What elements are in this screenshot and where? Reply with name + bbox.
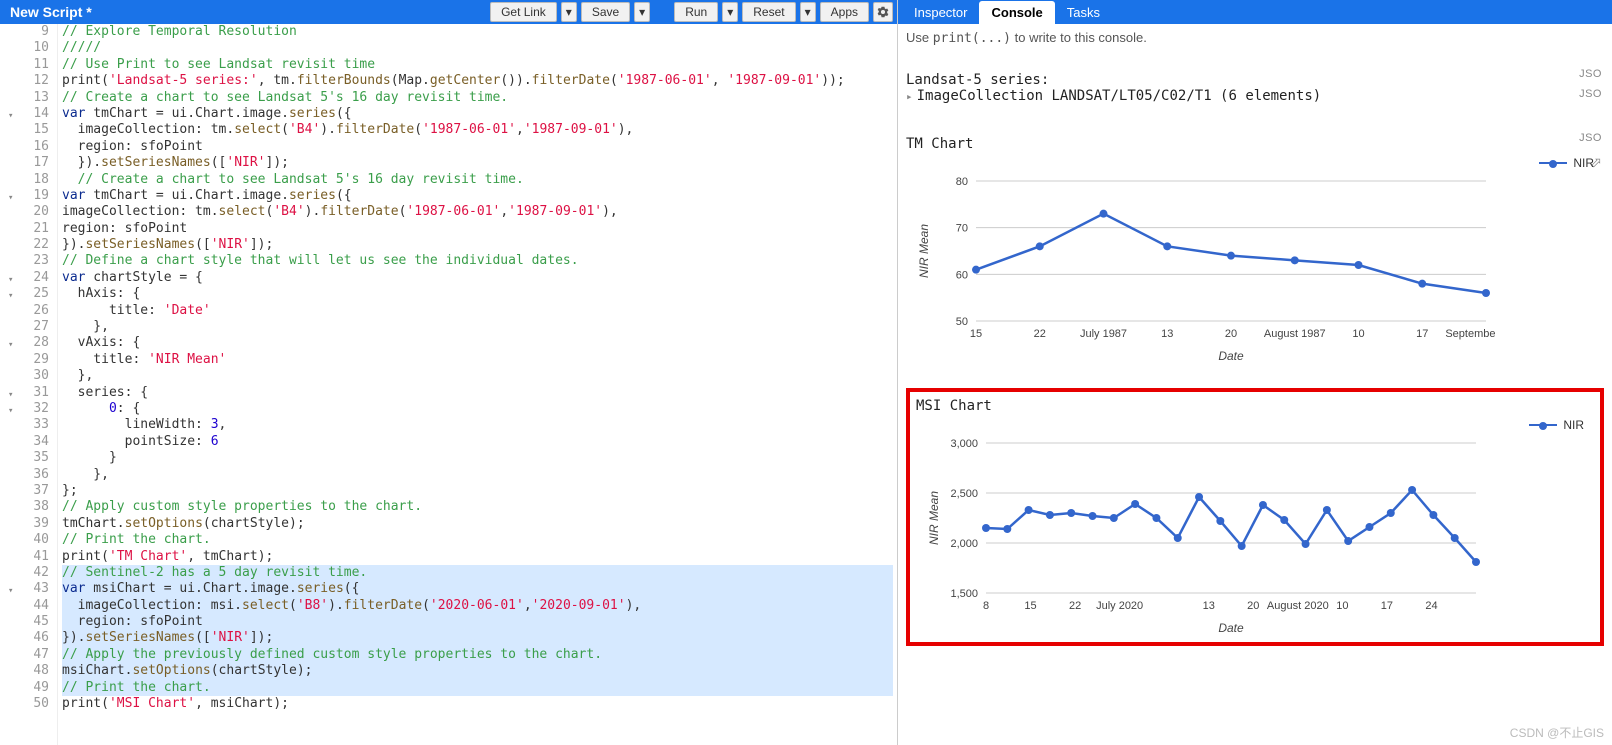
svg-text:2,500: 2,500 [950,488,978,500]
svg-text:August 2020: August 2020 [1267,600,1329,612]
svg-text:3,000: 3,000 [950,438,978,450]
tm-chart[interactable]: NIR 50 60 70 80 15 22 July 1987 13 20 August 1987… [906,156,1604,366]
svg-text:8: 8 [983,600,989,612]
tm-chart-title: TM Chart [906,136,1604,152]
svg-text:17: 17 [1416,328,1428,340]
svg-text:13: 13 [1161,328,1173,340]
svg-text:70: 70 [956,223,968,235]
svg-text:13: 13 [1203,600,1215,612]
run-button[interactable]: Run [674,2,718,22]
svg-text:Date: Date [1218,349,1244,363]
svg-text:August 1987: August 1987 [1264,328,1326,340]
watermark: CSDN @不止GIS [1510,724,1604,741]
svg-text:September 1987: September 1987 [1445,328,1496,340]
hint-code: print(...) [933,31,1011,46]
svg-text:July 2020: July 2020 [1096,600,1143,612]
msi-chart-title: MSI Chart [916,398,1594,414]
msi-legend: NIR [1529,418,1584,432]
series-title: Landsat-5 series: [906,72,1604,88]
tab-inspector[interactable]: Inspector [902,1,979,24]
svg-text:15: 15 [1024,600,1036,612]
getlink-dropdown[interactable]: ▾ [561,2,577,22]
svg-text:22: 22 [1069,600,1081,612]
svg-text:10: 10 [1336,600,1348,612]
legend-label-tm: NIR [1573,156,1594,170]
apps-button[interactable]: Apps [820,2,869,22]
svg-text:NIR Mean: NIR Mean [917,224,931,278]
json-link-1b[interactable]: JSO [1579,88,1602,100]
svg-text:July 1987: July 1987 [1080,328,1127,340]
svg-text:1,500: 1,500 [950,588,978,600]
run-dropdown[interactable]: ▾ [722,2,738,22]
legend-label-msi: NIR [1563,418,1584,432]
json-link-1[interactable]: JSO [1579,68,1602,80]
right-panel-tabs: Inspector Console Tasks [898,0,1612,24]
json-link-2[interactable]: JSO [1579,132,1602,144]
reset-dropdown[interactable]: ▾ [800,2,816,22]
console-panel: Use print(...) to write to this console.… [898,24,1612,745]
svg-text:60: 60 [956,269,968,281]
svg-text:50: 50 [956,316,968,328]
tab-console[interactable]: Console [979,1,1054,24]
msi-chart[interactable]: NIR 1,500 2,000 2,500 3,000 8 15 22 July 2020 13… [916,418,1594,638]
svg-text:22: 22 [1034,328,1046,340]
svg-text:80: 80 [956,176,968,188]
script-title: New Script * [4,4,98,20]
save-dropdown[interactable]: ▾ [634,2,650,22]
svg-text:24: 24 [1425,600,1437,612]
console-hint: Use print(...) to write to this console. [906,30,1604,46]
editor-toolbar: New Script * Get Link ▾ Save ▾ Run ▾ Res… [0,0,897,24]
svg-text:20: 20 [1247,600,1259,612]
svg-text:2,000: 2,000 [950,538,978,550]
svg-text:15: 15 [970,328,982,340]
tm-legend: NIR [1539,156,1594,170]
hint-suffix: to write to this console. [1011,30,1147,45]
gear-icon[interactable] [873,2,893,22]
svg-text:NIR Mean: NIR Mean [927,491,941,545]
getlink-button[interactable]: Get Link [490,2,557,22]
hint-prefix: Use [906,30,933,45]
series-expand[interactable]: ImageCollection LANDSAT/LT05/C02/T1 (6 e… [906,88,1604,104]
save-button[interactable]: Save [581,2,630,22]
code-editor[interactable]: 91011121314▾1516171819▾2021222324▾25▾262… [0,24,897,745]
svg-text:20: 20 [1225,328,1237,340]
svg-text:Date: Date [1218,621,1244,635]
svg-text:10: 10 [1352,328,1364,340]
reset-button[interactable]: Reset [742,2,795,22]
svg-text:17: 17 [1381,600,1393,612]
tab-tasks[interactable]: Tasks [1055,1,1112,24]
